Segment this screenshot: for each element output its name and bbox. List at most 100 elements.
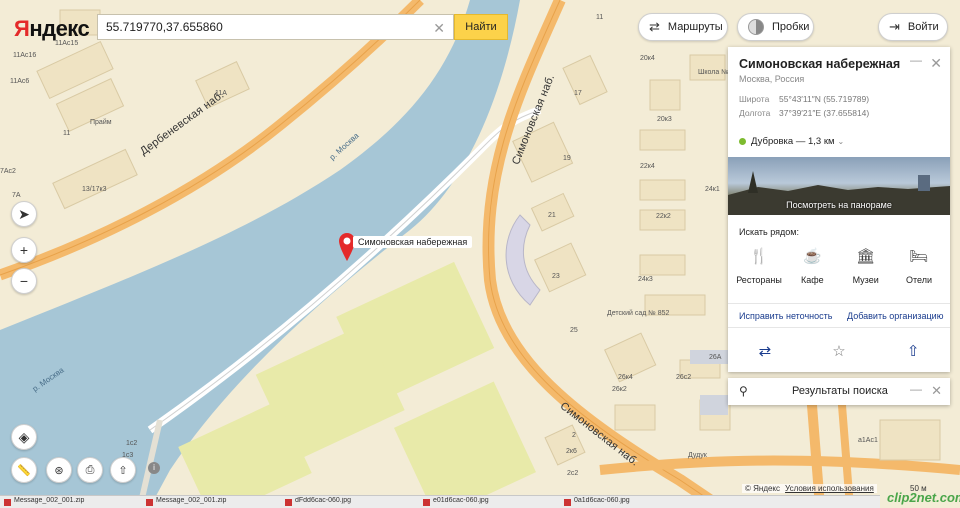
fix-inaccuracy-link[interactable]: Исправить неточность xyxy=(739,311,832,321)
restaurant-icon: 🍴 xyxy=(749,248,769,265)
house-number: 20к4 xyxy=(640,55,655,62)
house-number: 11Ас16 xyxy=(13,52,37,59)
place-panel: Симоновская набережная — ✕ Москва, Росси… xyxy=(728,47,950,372)
minus-icon: − xyxy=(19,273,29,289)
house-number: 11 xyxy=(63,130,71,137)
longitude-row: Долгота 37°39′21″E (37.655814) xyxy=(739,108,869,118)
info-icon[interactable]: i xyxy=(148,462,160,474)
category-museums[interactable]: 🏛 Музеи xyxy=(840,247,892,285)
cafe-icon: ☕ xyxy=(802,248,822,265)
traffic-label: Пробки xyxy=(772,21,810,33)
house-number: а1Ас1 xyxy=(858,437,878,444)
house-number: 22к4 xyxy=(640,163,655,170)
museum-icon: 🏛 xyxy=(856,248,876,265)
route-icon[interactable]: ⇄ xyxy=(759,342,772,360)
house-number: 26к2 xyxy=(612,386,627,393)
binoculars-icon: ⊛ xyxy=(54,464,64,477)
latitude-value: 55°43′11″N (55.719789) xyxy=(779,94,870,104)
place-label: Дудук xyxy=(688,452,707,459)
zoom-in-button[interactable]: + xyxy=(11,237,37,263)
house-number: 25 xyxy=(570,327,578,334)
latitude-label: Широта xyxy=(739,94,770,104)
taskbar-item[interactable]: dFdd6cac-060.jpg xyxy=(283,497,420,508)
geolocation-button[interactable]: ➤ xyxy=(11,201,37,227)
house-number: 26А xyxy=(709,354,722,361)
house-number: 23 xyxy=(552,273,560,280)
house-number: 11 xyxy=(596,14,604,21)
results-label: Результаты поиска xyxy=(792,385,888,397)
panorama-caption: Посмотреть на панораме xyxy=(786,200,892,210)
category-label: Отели xyxy=(905,275,932,285)
add-organization-link[interactable]: Добавить организацию xyxy=(847,311,943,321)
layers-button[interactable]: ◈ xyxy=(11,424,37,450)
house-number: 21 xyxy=(548,212,556,219)
find-button[interactable]: Найти xyxy=(454,14,508,40)
metro-station[interactable]: Дубровка — 1,3 км ⌄ xyxy=(739,136,844,147)
close-icon[interactable]: ✕ xyxy=(930,55,942,72)
ruler-button[interactable]: 📏 xyxy=(11,457,37,483)
house-number: 24к1 xyxy=(705,186,720,193)
navigation-arrow-icon: ➤ xyxy=(18,205,30,222)
zoom-out-button[interactable]: − xyxy=(11,268,37,294)
copyright-text: © Яндекс xyxy=(745,484,781,493)
category-hotels[interactable]: 🛏 Отели xyxy=(893,247,945,285)
house-number: 11А xyxy=(215,90,227,97)
house-number: 7Ас2 xyxy=(0,168,16,175)
share-icon: ⇧ xyxy=(118,464,128,477)
latitude-row: Широта 55°43′11″N (55.719789) xyxy=(739,94,869,104)
house-number: 19 xyxy=(563,155,571,162)
house-number: 2с2 xyxy=(567,470,579,477)
printer-icon: ⎙ xyxy=(85,463,95,476)
terms-link[interactable]: Условия использования xyxy=(785,484,874,493)
panel-actions: ⇄ ☆ ⇧ xyxy=(728,327,950,373)
login-button[interactable]: ⇥ Войти xyxy=(878,13,948,41)
copyright: © Яндекс Условия использования xyxy=(742,484,877,493)
share-icon[interactable]: ⇧ xyxy=(907,342,920,360)
search-box: ✕ xyxy=(97,14,454,40)
minimize-icon[interactable]: — xyxy=(910,53,922,67)
yandex-logo[interactable]: Яндекс xyxy=(14,16,90,42)
house-number: 2 xyxy=(572,432,576,439)
house-number: 22к2 xyxy=(656,213,671,220)
nearby-categories: 🍴 Рестораны ☕ Кафе 🏛 Музеи 🛏 Отели xyxy=(733,247,945,285)
clear-search-icon[interactable]: ✕ xyxy=(433,20,445,37)
longitude-label: Долгота xyxy=(739,108,771,118)
metro-line-icon xyxy=(739,138,746,145)
taskbar-item[interactable]: Message_002_001.zip xyxy=(144,497,281,508)
plus-icon: + xyxy=(19,242,29,258)
panel-links: Исправить неточность Добавить организаци… xyxy=(728,303,950,328)
traffic-button[interactable]: Пробки xyxy=(737,13,814,41)
taskbar-item[interactable]: 0a1d6cac-060.jpg xyxy=(562,497,699,508)
panorama-button[interactable]: ⊛ xyxy=(46,457,72,483)
ruler-icon: 📏 xyxy=(17,464,31,477)
panorama-preview[interactable]: Посмотреть на панораме xyxy=(728,157,950,215)
search-input[interactable] xyxy=(98,15,434,39)
share-button[interactable]: ⇧ xyxy=(110,457,136,483)
logo-first-letter: Я xyxy=(14,16,30,41)
watermark: clip2net.com xyxy=(887,490,960,505)
taskbar-item[interactable]: e01d6cac-060.jpg xyxy=(421,497,558,508)
taskbar-item[interactable]: Message_002_001.zip xyxy=(2,497,144,508)
routes-button[interactable]: ⇄ Маршруты xyxy=(638,13,728,41)
marker-label[interactable]: Симоновская набережная xyxy=(353,236,473,248)
category-label: Музеи xyxy=(852,275,879,285)
category-cafe[interactable]: ☕ Кафе xyxy=(786,247,838,285)
star-icon[interactable]: ☆ xyxy=(832,342,845,360)
close-icon[interactable]: ✕ xyxy=(931,383,942,399)
house-number: 13/17к3 xyxy=(82,186,107,193)
category-restaurants[interactable]: 🍴 Рестораны xyxy=(733,247,785,285)
house-number: 17 xyxy=(574,90,582,97)
house-number: 26с2 xyxy=(676,374,692,381)
hotel-icon: 🛏 xyxy=(909,248,929,265)
house-number: 20к3 xyxy=(657,116,672,123)
login-label: Войти xyxy=(907,21,939,33)
house-number: 2к6 xyxy=(566,448,577,455)
house-number: 7А xyxy=(12,192,21,199)
metro-label: Дубровка — 1,3 км xyxy=(751,136,835,147)
category-label: Рестораны xyxy=(736,275,782,285)
print-button[interactable]: ⎙ xyxy=(77,457,103,483)
longitude-value: 37°39′21″E (37.655814) xyxy=(779,108,870,118)
nearby-title: Искать рядом: xyxy=(739,227,799,237)
minimize-icon[interactable]: — xyxy=(910,382,922,396)
search-results-bar[interactable]: ⚲ Результаты поиска — ✕ xyxy=(728,378,950,405)
